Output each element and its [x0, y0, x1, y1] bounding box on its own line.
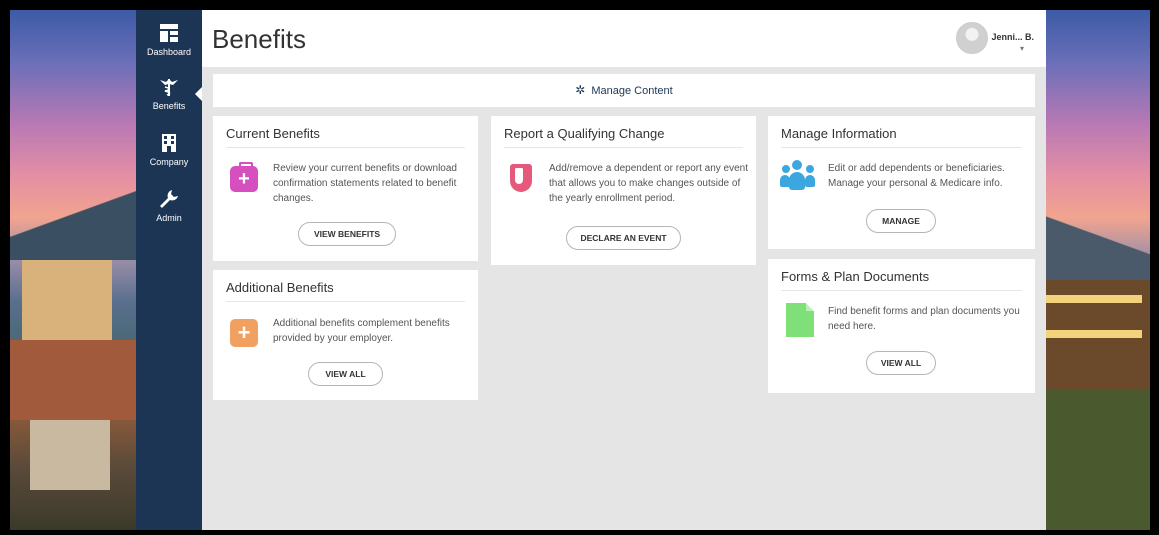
card-description: Find benefit forms and plan documents yo…: [828, 306, 1020, 332]
chevron-down-icon[interactable]: ▾: [1020, 44, 1024, 53]
card-forms-plan-documents: Forms & Plan Documents Find benefit form…: [768, 259, 1035, 393]
wrench-icon: [158, 188, 180, 210]
page-title: Benefits: [212, 24, 306, 54]
building-shape: [30, 420, 110, 490]
sidebar-item-admin[interactable]: Admin: [136, 188, 202, 223]
manage-content-label: Manage Content: [591, 85, 673, 97]
plus-icon: [230, 319, 258, 347]
people-icon: [780, 160, 816, 190]
view-benefits-button[interactable]: VIEW BENEFITS: [298, 222, 396, 246]
divider: [226, 147, 465, 148]
trees-shape: [1042, 390, 1150, 530]
declare-event-button[interactable]: DECLARE AN EVENT: [566, 226, 681, 250]
mountain-shape: [10, 190, 136, 260]
divider: [781, 290, 1022, 291]
sidebar-item-label: Company: [149, 157, 189, 167]
card-title: Manage Information: [781, 126, 897, 141]
view-all-button[interactable]: VIEW ALL: [308, 362, 383, 386]
building-icon: [158, 132, 180, 154]
app-frame: Dashboard Benefits Company Admin Benefit…: [10, 10, 1150, 530]
building-lights: [1042, 330, 1142, 338]
avatar[interactable]: [956, 22, 988, 54]
card-qualifying-change: Report a Qualifying Change Add/remove a …: [491, 116, 756, 265]
mountain-shape: [1042, 210, 1150, 280]
card-description: Add/remove a dependent or report any eve…: [549, 163, 749, 204]
sidebar: Dashboard Benefits Company Admin: [136, 10, 203, 530]
sidebar-item-dashboard[interactable]: Dashboard: [136, 22, 202, 57]
sidebar-item-benefits[interactable]: Benefits: [136, 76, 202, 111]
manage-button[interactable]: MANAGE: [866, 209, 936, 233]
main-content: Benefits Jenni... B. ▾ ✲ Manage Content C…: [202, 10, 1046, 530]
card-current-benefits: Current Benefits Review your current ben…: [213, 116, 478, 261]
sidebar-item-label: Benefits: [152, 101, 186, 111]
background-scenery-right: [1042, 10, 1150, 530]
card-title: Forms & Plan Documents: [781, 269, 930, 284]
sidebar-item-label: Admin: [156, 213, 182, 223]
background-scenery-left: [10, 10, 136, 530]
card-title: Additional Benefits: [226, 280, 334, 295]
sidebar-item-label: Dashboard: [146, 47, 192, 57]
caduceus-icon: [158, 76, 180, 98]
document-icon: [786, 303, 814, 337]
card-additional-benefits: Additional Benefits Additional benefits …: [213, 270, 478, 400]
card-description: Edit or add dependents or beneficiaries.…: [828, 163, 1005, 189]
gear-icon: ✲: [575, 83, 586, 97]
manage-content-button[interactable]: ✲ Manage Content: [213, 74, 1035, 107]
divider: [504, 147, 743, 148]
card-manage-information: Manage Information Edit or add dependent…: [768, 116, 1035, 249]
user-name[interactable]: Jenni... B.: [991, 32, 1034, 42]
view-all-button[interactable]: VIEW ALL: [866, 351, 936, 375]
sidebar-item-company[interactable]: Company: [136, 132, 202, 167]
building-shape: [10, 340, 136, 420]
card-title: Current Benefits: [226, 126, 320, 141]
divider: [226, 301, 465, 302]
medical-kit-icon: [230, 162, 258, 192]
dashboard-icon: [158, 22, 180, 44]
shield-icon: [510, 164, 532, 192]
card-description: Additional benefits complement benefits …: [273, 318, 450, 344]
header: Benefits Jenni... B. ▾: [202, 10, 1046, 67]
card-title: Report a Qualifying Change: [504, 126, 665, 141]
divider: [781, 147, 1022, 148]
card-description: Review your current benefits or download…: [273, 163, 457, 204]
building-lights: [1042, 295, 1142, 303]
